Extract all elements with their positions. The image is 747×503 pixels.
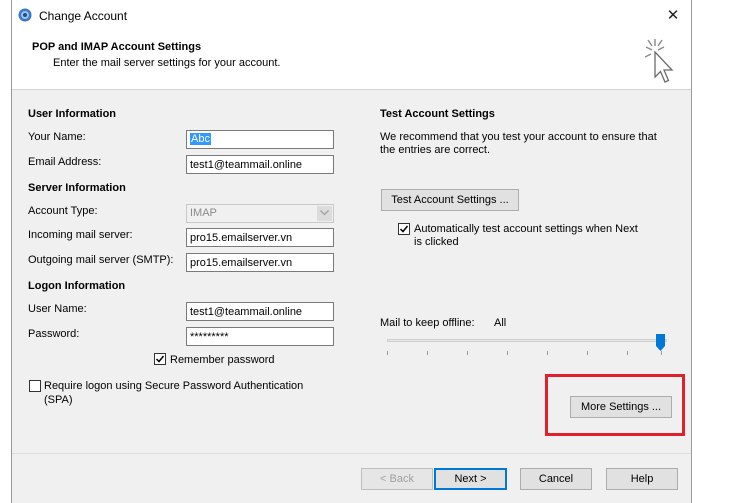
slider-tick — [467, 351, 468, 355]
title-bar: Change Account ✕ — [12, 0, 691, 32]
slider-tick — [627, 351, 628, 355]
user-name-label: User Name: — [28, 303, 87, 315]
slider-tick — [387, 351, 388, 355]
checkmark-icon — [399, 225, 409, 233]
account-type-value: IMAP — [190, 207, 217, 219]
password-field[interactable] — [186, 327, 334, 346]
header-subtitle: Enter the mail server settings for your … — [53, 57, 281, 69]
spa-label-line1: Require logon using Secure Password Auth… — [44, 380, 304, 392]
remember-password-checkbox[interactable] — [154, 353, 166, 365]
back-button: < Back — [361, 468, 433, 490]
auto-test-label-line1: Automatically test account settings when… — [414, 223, 638, 235]
next-button[interactable]: Next > — [434, 468, 507, 490]
email-address-label: Email Address: — [28, 156, 102, 168]
account-type-select: IMAP — [186, 204, 334, 223]
cancel-button[interactable]: Cancel — [520, 468, 592, 490]
test-account-settings-button[interactable]: Test Account Settings ... — [381, 189, 519, 211]
user-name-field[interactable] — [186, 302, 334, 321]
spa-label-line2: (SPA) — [44, 394, 73, 406]
mail-offline-slider-track[interactable] — [387, 339, 667, 342]
spa-checkbox[interactable] — [29, 380, 41, 392]
slider-tick — [587, 351, 588, 355]
close-icon[interactable]: ✕ — [663, 6, 683, 26]
your-name-field[interactable]: Abc — [186, 130, 334, 149]
test-settings-heading: Test Account Settings — [380, 108, 495, 120]
password-label: Password: — [28, 328, 80, 340]
outgoing-server-field[interactable] — [186, 253, 334, 272]
slider-tick — [507, 351, 508, 355]
test-description-line2: the entries are correct. — [380, 144, 491, 156]
mail-offline-value: All — [494, 317, 507, 329]
remember-password-label: Remember password — [170, 354, 275, 366]
incoming-server-field[interactable] — [186, 228, 334, 247]
outlook-account-icon — [18, 8, 32, 22]
test-description-line1: We recommend that you test your account … — [380, 131, 657, 143]
auto-test-label-line2: is clicked — [414, 236, 459, 248]
account-type-label: Account Type: — [28, 205, 98, 217]
checkmark-icon — [155, 355, 165, 363]
mail-offline-label: Mail to keep offline: — [380, 317, 475, 329]
logon-info-heading: Logon Information — [28, 280, 126, 292]
chevron-down-icon — [317, 206, 332, 221]
email-address-field[interactable] — [186, 155, 334, 174]
change-account-dialog: Change Account ✕ POP and IMAP Account Se… — [11, 0, 692, 503]
dialog-header: POP and IMAP Account Settings Enter the … — [12, 32, 691, 90]
outgoing-server-label: Outgoing mail server (SMTP): — [28, 254, 174, 266]
cursor-sparkle-icon — [644, 39, 674, 83]
your-name-value: Abc — [190, 133, 211, 145]
user-info-heading: User Information — [28, 108, 117, 120]
slider-tick — [547, 351, 548, 355]
auto-test-checkbox[interactable] — [398, 223, 410, 235]
footer-separator — [12, 453, 691, 454]
mail-offline-slider-thumb[interactable] — [656, 334, 665, 351]
slider-tick — [427, 351, 428, 355]
more-settings-button[interactable]: More Settings ... — [570, 396, 672, 418]
header-title: POP and IMAP Account Settings — [32, 41, 202, 53]
slider-tick — [661, 351, 662, 355]
server-info-heading: Server Information — [28, 182, 126, 194]
your-name-label: Your Name: — [28, 131, 86, 143]
help-button[interactable]: Help — [606, 468, 678, 490]
incoming-server-label: Incoming mail server: — [28, 229, 133, 241]
window-title: Change Account — [39, 9, 128, 23]
